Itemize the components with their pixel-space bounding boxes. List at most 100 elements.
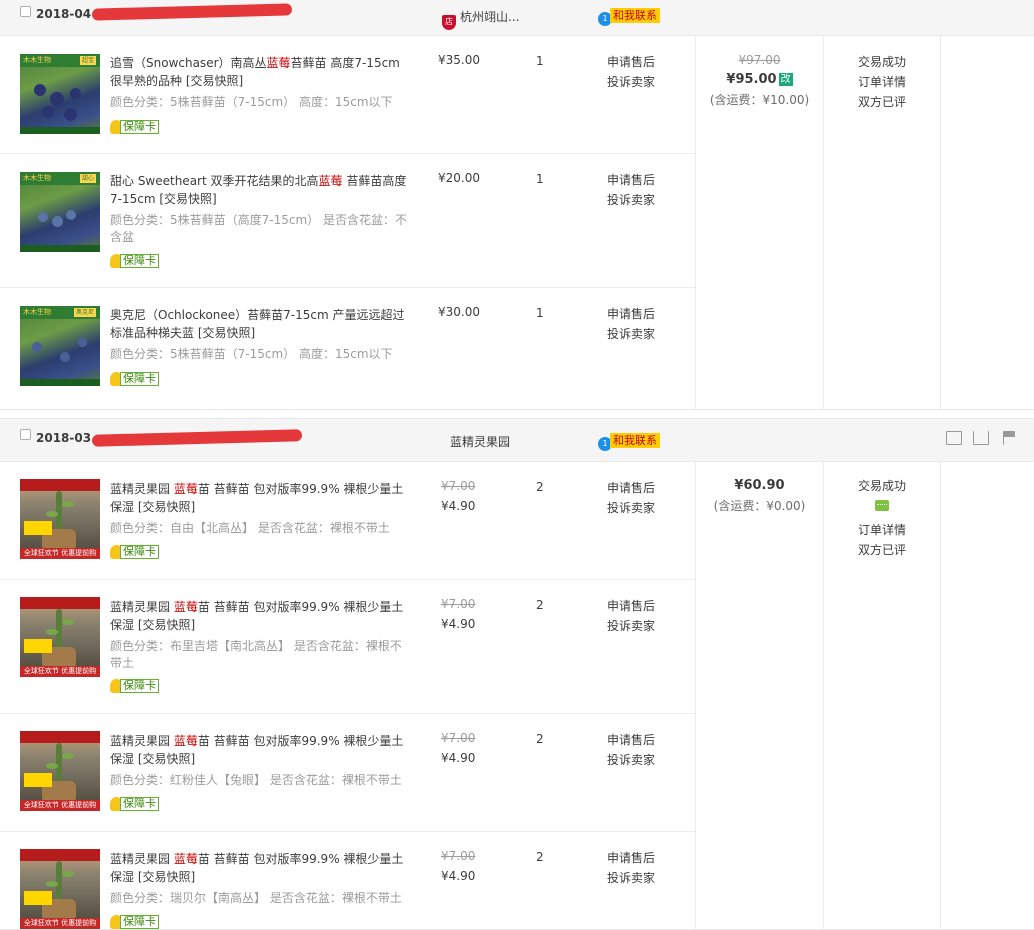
complain-seller-link[interactable]: 投诉卖家 — [607, 324, 655, 344]
order-checkbox[interactable] — [20, 6, 31, 17]
shop-name[interactable]: 店杭州翊山... — [442, 8, 519, 30]
complain-seller-link[interactable]: 投诉卖家 — [607, 190, 655, 210]
product-spec: 颜色分类：红粉佳人【兔眼】 是否含花盆：裸根不带土 — [110, 773, 402, 787]
product-title-highlight: 蓝莓 — [173, 482, 198, 496]
redaction-mark — [91, 3, 293, 21]
product-thumbnail[interactable]: 全球狂欢节 优惠提前购 — [20, 479, 100, 559]
apply-after-sale-link[interactable]: 申请售后 — [607, 304, 655, 324]
order-detail-link[interactable]: 订单详情 — [824, 520, 940, 540]
product-spec: 颜色分类：5株苔藓苗（7-15cm） 高度：15cm以下 — [110, 95, 393, 109]
guarantee-card-badge[interactable]: 保障卡 — [110, 915, 159, 929]
order-item-row: 全球狂欢节 优惠提前购 蓝精灵果园 蓝莓苗 苔藓苗 包对版率99.9% 裸根少量… — [0, 714, 695, 832]
product-title[interactable]: 蓝精灵果园 蓝莓苗 苔藓苗 包对版率99.9% 裸根少量土保湿 [交易快照] — [110, 598, 410, 634]
guarantee-card-badge[interactable]: 保障卡 — [110, 254, 159, 268]
item-actions: 申请售后 投诉卖家 — [607, 478, 655, 518]
guarantee-card-badge[interactable]: 保障卡 — [110, 120, 159, 134]
upload-icon[interactable] — [973, 431, 989, 445]
product-title-text: 奥克尼（Ochlockonee）苔藓苗7-15cm 产量远远超过标准品种梯夫蓝 … — [110, 308, 405, 340]
quantity: 2 — [536, 732, 544, 746]
order-item-row: 全球狂欢节 优惠提前购 蓝精灵果园 蓝莓苗 苔藓苗 包对版率99.9% 裸根少量… — [0, 832, 695, 930]
thumbnail-tag: 奥克尼 — [73, 308, 96, 317]
item-actions: 申请售后 投诉卖家 — [607, 848, 655, 888]
product-title[interactable]: 蓝精灵果园 蓝莓苗 苔藓苗 包对版率99.9% 裸根少量土保湿 [交易快照] — [110, 850, 410, 886]
product-thumbnail[interactable]: 全球狂欢节 优惠提前购 — [20, 849, 100, 929]
guarantee-card-badge[interactable]: 保障卡 — [110, 797, 159, 811]
order-detail-link[interactable]: 订单详情 — [824, 72, 940, 92]
freight-note: (含运费：¥10.00) — [709, 93, 810, 107]
product-title-text: 蓝精灵果园 — [110, 734, 174, 748]
product-title-highlight: 蓝莓 — [173, 734, 198, 748]
leaf-shape — [46, 629, 58, 635]
shop-icon: 店 — [442, 15, 456, 30]
complain-seller-link[interactable]: 投诉卖家 — [607, 72, 655, 92]
guarantee-card-badge[interactable]: 保障卡 — [110, 545, 159, 559]
quantity: 2 — [536, 480, 544, 494]
promo-sticker — [24, 773, 52, 787]
thumbnail-promo-text: 全球狂欢节 优惠提前购 — [20, 918, 100, 929]
order-header: 2018-03 蓝精灵果园 1 和我联系 — [0, 419, 1034, 462]
product-thumbnail[interactable]: 木木生物 奥克尼 — [20, 306, 100, 386]
apply-after-sale-link[interactable]: 申请售后 — [607, 848, 655, 868]
thumbnail-tag: 超宝 — [79, 56, 96, 65]
order-item-row: 全球狂欢节 优惠提前购 蓝精灵果园 蓝莓苗 苔藓苗 包对版率99.9% 裸根少量… — [0, 462, 695, 580]
original-total: ¥97.00 — [738, 53, 781, 67]
contact-seller-button[interactable]: 1 和我联系 — [598, 8, 660, 26]
order-total-cell: ¥60.90 (含运费：¥0.00) — [695, 462, 824, 930]
freight-note: (含运费：¥0.00) — [713, 499, 806, 513]
apply-after-sale-link[interactable]: 申请售后 — [607, 730, 655, 750]
apply-after-sale-link[interactable]: 申请售后 — [607, 170, 655, 190]
complain-seller-link[interactable]: 投诉卖家 — [607, 616, 655, 636]
product-thumbnail[interactable]: 全球狂欢节 优惠提前购 — [20, 731, 100, 811]
shop-name-label: 杭州翊山... — [460, 10, 520, 24]
thumbnail-banner — [20, 849, 100, 861]
contact-seller-button[interactable]: 1 和我联系 — [598, 433, 660, 451]
berry-shape — [64, 108, 77, 121]
share-icon[interactable] — [946, 431, 962, 445]
quantity: 2 — [536, 598, 544, 612]
flag-icon[interactable] — [1003, 431, 1015, 445]
berry-shape — [38, 212, 48, 222]
order-card: 2018-04 店杭州翊山... 1 和我联系 木木生物 超宝 追雪（Snowch… — [0, 0, 1034, 410]
guarantee-card-badge[interactable]: 保障卡 — [110, 372, 159, 386]
product-title-text: 蓝精灵果园 — [110, 600, 174, 614]
redaction-mark — [91, 429, 303, 447]
product-title[interactable]: 蓝精灵果园 蓝莓苗 苔藓苗 包对版率99.9% 裸根少量土保湿 [交易快照] — [110, 480, 410, 516]
apply-after-sale-link[interactable]: 申请售后 — [607, 596, 655, 616]
product-title-text: 蓝精灵果园 — [110, 482, 174, 496]
berry-shape — [78, 338, 87, 347]
original-price: ¥7.00 — [441, 597, 476, 611]
product-title[interactable]: 追雪（Snowchaser）南高丛蓝莓苔藓苗 高度7-15cm 很早熟的品种 [… — [110, 54, 410, 90]
guarantee-card-badge[interactable]: 保障卡 — [110, 679, 159, 693]
promo-sticker — [24, 639, 52, 653]
product-thumbnail[interactable]: 木木生物 超宝 — [20, 54, 100, 134]
guarantee-label: 保障卡 — [120, 545, 159, 559]
product-title[interactable]: 奥克尼（Ochlockonee）苔藓苗7-15cm 产量远远超过标准品种梯夫蓝 … — [110, 306, 410, 342]
complain-seller-link[interactable]: 投诉卖家 — [607, 868, 655, 888]
order-header: 2018-04 店杭州翊山... 1 和我联系 — [0, 0, 1034, 36]
product-spec: 颜色分类：5株苔藓苗（7-15cm） 高度：15cm以下 — [110, 347, 393, 361]
review-status: 双方已评 — [857, 543, 906, 557]
review-status: 双方已评 — [857, 95, 906, 109]
apply-after-sale-link[interactable]: 申请售后 — [607, 52, 655, 72]
complain-seller-link[interactable]: 投诉卖家 — [607, 498, 655, 518]
thumbnail-promo-text: 全球狂欢节 优惠提前购 — [20, 666, 100, 677]
chat-icon[interactable] — [875, 500, 889, 511]
thumbnail-banner — [20, 479, 100, 491]
trade-status: 交易成功 — [857, 479, 906, 493]
complain-seller-link[interactable]: 投诉卖家 — [607, 750, 655, 770]
order-checkbox[interactable] — [20, 429, 31, 440]
unit-price: ¥30.00 — [438, 305, 480, 319]
apply-after-sale-link[interactable]: 申请售后 — [607, 478, 655, 498]
leaf-shape — [46, 511, 58, 517]
leaf-shape — [46, 763, 58, 769]
unit-price: ¥20.00 — [438, 171, 480, 185]
thumbnail-footer — [20, 127, 100, 134]
shop-name[interactable]: 蓝精灵果园 — [450, 433, 510, 450]
product-thumbnail[interactable]: 木木生物 甜心 — [20, 172, 100, 252]
thumbnail-footer — [20, 245, 100, 252]
product-spec: 颜色分类：5株苔藓苗（高度7-15cm） 是否含花盆：不含盆 — [110, 213, 407, 244]
product-title[interactable]: 蓝精灵果园 蓝莓苗 苔藓苗 包对版率99.9% 裸根少量土保湿 [交易快照] — [110, 732, 410, 768]
product-thumbnail[interactable]: 全球狂欢节 优惠提前购 — [20, 597, 100, 677]
leaf-shape — [62, 501, 74, 507]
product-title[interactable]: 甜心 Sweetheart 双季开花结果的北高蓝莓 苔藓苗高度7-15cm [交… — [110, 172, 410, 208]
